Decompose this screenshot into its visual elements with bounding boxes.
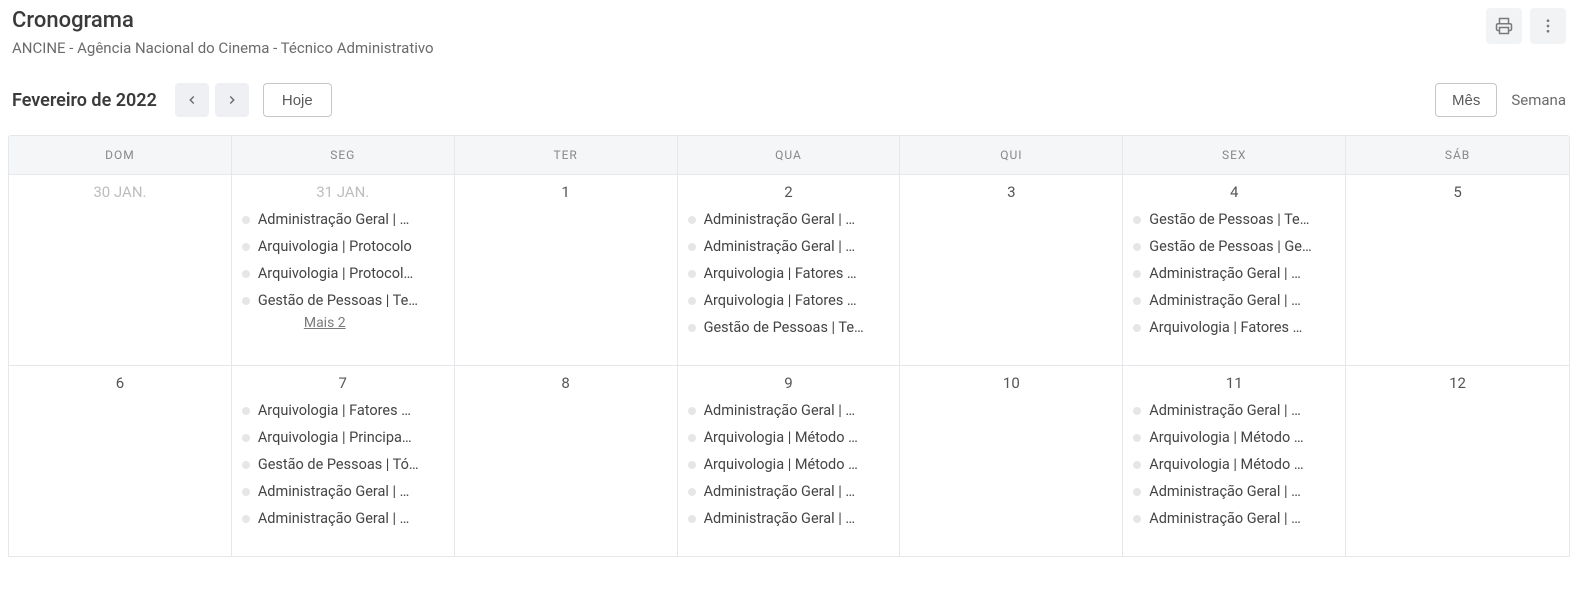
calendar-event[interactable]: Gestão de Pessoas | Te… <box>238 290 448 311</box>
calendar-event[interactable]: Administração Geral | … <box>1129 508 1339 529</box>
calendar-day[interactable]: 5 <box>1346 175 1569 365</box>
calendar-event[interactable]: Arquivologia | Método … <box>1129 454 1339 475</box>
calendar-event[interactable]: Administração Geral | … <box>238 508 448 529</box>
calendar-event[interactable]: Arquivologia | Fatores … <box>684 290 894 311</box>
calendar-day[interactable]: 30 JAN. <box>9 175 232 365</box>
calendar-day[interactable]: 3 <box>900 175 1123 365</box>
day-number: 7 <box>238 374 448 392</box>
weekday-header: SEX <box>1123 136 1346 174</box>
calendar-event[interactable]: Gestão de Pessoas | Tó… <box>238 454 448 475</box>
printer-icon <box>1495 17 1513 35</box>
calendar-event[interactable]: Administração Geral | … <box>684 209 894 230</box>
calendar-event[interactable]: Arquivologia | Protocol… <box>238 263 448 284</box>
weekday-header: TER <box>455 136 678 174</box>
calendar-event[interactable]: Gestão de Pessoas | Te… <box>684 317 894 338</box>
calendar-day[interactable]: 2 Administração Geral | … Administração Ge… <box>678 175 901 365</box>
calendar-day[interactable]: 1 <box>455 175 678 365</box>
calendar-event[interactable]: Arquivologia | Principa… <box>238 427 448 448</box>
day-number: 1 <box>461 183 671 201</box>
day-number: 9 <box>684 374 894 392</box>
day-number: 4 <box>1129 183 1339 201</box>
kebab-icon <box>1539 17 1557 35</box>
calendar-event[interactable]: Administração Geral | … <box>1129 263 1339 284</box>
weekday-header: DOM <box>9 136 232 174</box>
day-number: 30 JAN. <box>15 183 225 201</box>
calendar-event[interactable]: Arquivologia | Fatores … <box>684 263 894 284</box>
calendar-day[interactable]: 12 <box>1346 366 1569 556</box>
print-button[interactable] <box>1486 8 1522 44</box>
page-subtitle: ANCINE - Agência Nacional do Cinema - Té… <box>12 39 434 57</box>
weekday-header: QUI <box>900 136 1123 174</box>
calendar: DOMSEGTERQUAQUISEXSÁB 30 JAN. 31 JAN. Admi… <box>8 135 1570 557</box>
chevron-left-icon <box>185 93 199 107</box>
calendar-event[interactable]: Arquivologia | Fatores … <box>238 400 448 421</box>
day-number: 8 <box>461 374 671 392</box>
next-month-button[interactable] <box>215 83 249 117</box>
more-button[interactable] <box>1530 8 1566 44</box>
calendar-event[interactable]: Arquivologia | Método … <box>684 454 894 475</box>
calendar-event[interactable]: Gestão de Pessoas | Te… <box>1129 209 1339 230</box>
calendar-event[interactable]: Arquivologia | Método … <box>684 427 894 448</box>
day-number: 12 <box>1352 374 1563 392</box>
today-button[interactable]: Hoje <box>263 83 332 117</box>
month-view-button[interactable]: Mês <box>1435 83 1497 117</box>
calendar-day[interactable]: 31 JAN. Administração Geral | … Arquivolog… <box>232 175 455 365</box>
calendar-event[interactable]: Arquivologia | Método … <box>1129 427 1339 448</box>
prev-month-button[interactable] <box>175 83 209 117</box>
weekday-header: SÁB <box>1346 136 1569 174</box>
calendar-event[interactable]: Arquivologia | Fatores … <box>1129 317 1339 338</box>
calendar-day[interactable]: 8 <box>455 366 678 556</box>
week-view-button[interactable]: Semana <box>1511 91 1566 109</box>
weekday-header: QUA <box>678 136 901 174</box>
day-number: 10 <box>906 374 1116 392</box>
calendar-event[interactable]: Administração Geral | … <box>238 481 448 502</box>
day-number: 2 <box>684 183 894 201</box>
day-number: 5 <box>1352 183 1563 201</box>
page-title: Cronograma <box>12 8 434 33</box>
calendar-day[interactable]: 4 Gestão de Pessoas | Te… Gestão de Pessoa… <box>1123 175 1346 365</box>
current-month: Fevereiro de 2022 <box>12 90 157 111</box>
chevron-right-icon <box>225 93 239 107</box>
calendar-day[interactable]: 6 <box>9 366 232 556</box>
day-number: 3 <box>906 183 1116 201</box>
calendar-event[interactable]: Administração Geral | … <box>684 236 894 257</box>
calendar-event[interactable]: Administração Geral | … <box>684 508 894 529</box>
calendar-event[interactable]: Gestão de Pessoas | Ge… <box>1129 236 1339 257</box>
calendar-day[interactable]: 7 Arquivologia | Fatores … Arquivologia | … <box>232 366 455 556</box>
day-number: 31 JAN. <box>238 183 448 201</box>
calendar-event[interactable]: Administração Geral | … <box>1129 481 1339 502</box>
calendar-event[interactable]: Administração Geral | … <box>684 481 894 502</box>
calendar-day[interactable]: 11 Administração Geral | … Arquivologia | … <box>1123 366 1346 556</box>
calendar-event[interactable]: Administração Geral | … <box>1129 400 1339 421</box>
day-number: 11 <box>1129 374 1339 392</box>
weekday-header: SEG <box>232 136 455 174</box>
calendar-day[interactable]: 10 <box>900 366 1123 556</box>
day-number: 6 <box>15 374 225 392</box>
calendar-event[interactable]: Administração Geral | … <box>684 400 894 421</box>
calendar-event[interactable]: Arquivologia | Protocolo <box>238 236 448 257</box>
calendar-day[interactable]: 9 Administração Geral | … Arquivologia | M… <box>678 366 901 556</box>
calendar-event[interactable]: Administração Geral | … <box>238 209 448 230</box>
calendar-event[interactable]: Administração Geral | … <box>1129 290 1339 311</box>
more-events-link[interactable]: Mais 2 <box>304 315 346 331</box>
